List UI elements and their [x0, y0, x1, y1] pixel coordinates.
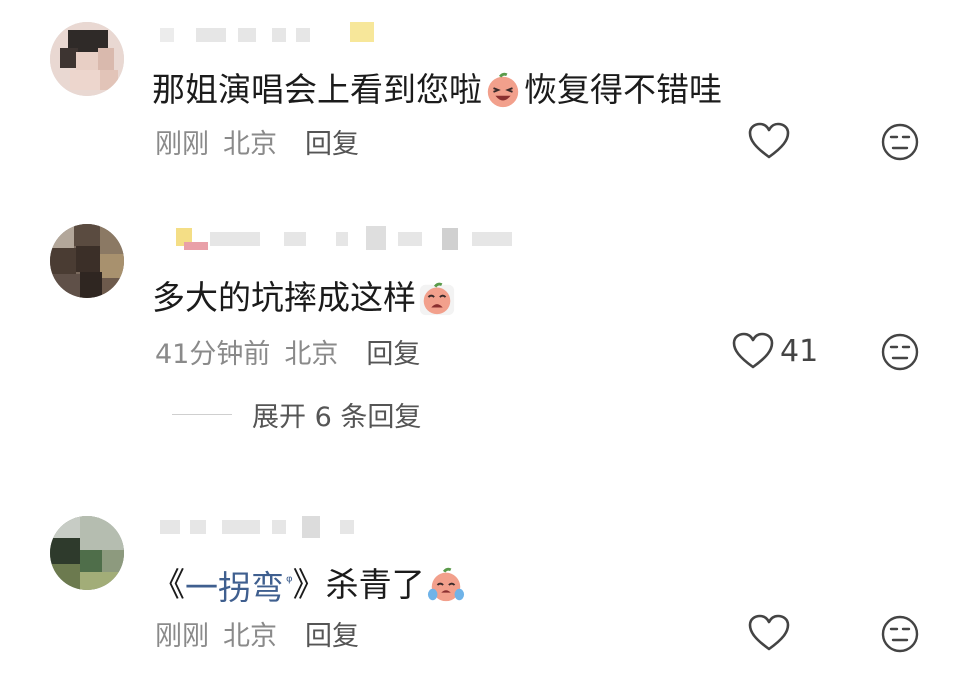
avatar[interactable] [50, 516, 124, 590]
username[interactable] [160, 516, 380, 538]
like-button[interactable] [748, 614, 796, 652]
search-icon: ᵠ [286, 572, 293, 591]
comment-item: 《 一拐弯 ᵠ 》 杀青了 刚刚 北京 回复 [0, 0, 960, 686]
comment-text: 《 一拐弯 ᵠ 》 杀青了 [152, 562, 467, 608]
bracket-close: 》 [292, 565, 326, 604]
location: 北京 [223, 621, 277, 652]
work-title: 一拐弯 [185, 568, 284, 607]
timestamp: 刚刚 [155, 621, 209, 652]
tearful-peach-emoji-icon [427, 567, 464, 602]
work-title-link[interactable]: 一拐弯 ᵠ [185, 562, 293, 608]
comment-text-part: 杀青了 [325, 565, 425, 604]
neutral-face-icon[interactable] [880, 614, 920, 654]
comment-meta: 刚刚 北京 回复 [155, 614, 359, 653]
bracket-open: 《 [152, 565, 185, 604]
reply-button[interactable]: 回复 [305, 614, 359, 653]
heart-outline-icon [748, 614, 790, 651]
